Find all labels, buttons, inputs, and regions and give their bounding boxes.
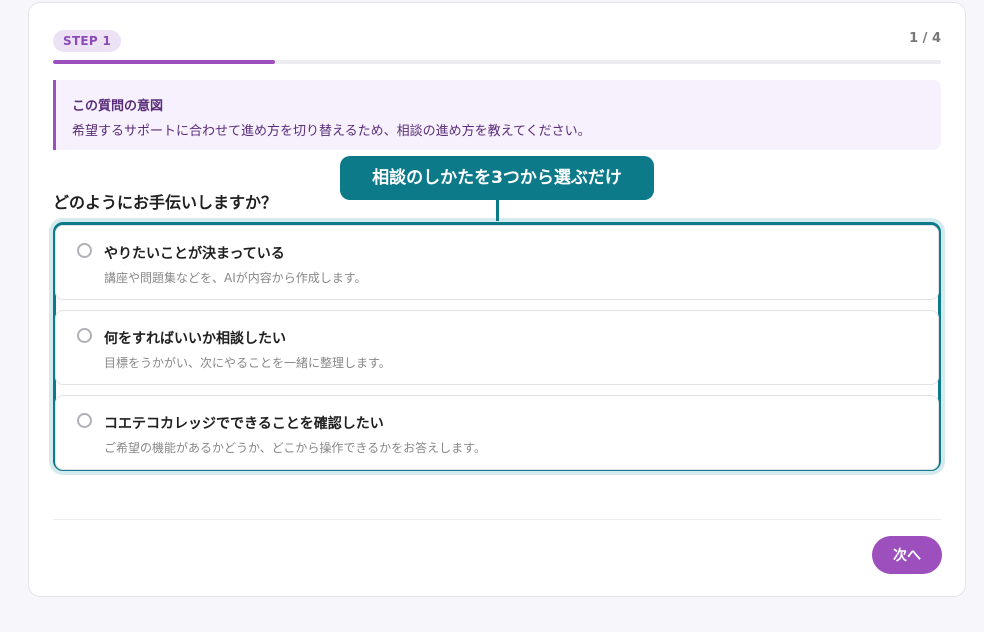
radio-button[interactable] — [77, 328, 92, 343]
callout-tooltip: 相談のしかたを3つから選ぶだけ — [340, 156, 654, 200]
option-description: ご希望の機能があるかどうか、どこから操作できるかをお答えします。 — [104, 441, 486, 455]
option-decided[interactable]: やりたいことが決まっている 講座や問題集などを、AIが内容から作成します。 — [55, 225, 939, 300]
option-check-features[interactable]: コエテコカレッジでできることを確認したい ご希望の機能があるかどうか、どこから操… — [55, 395, 939, 470]
option-description: 目標をうかがい、次にやることを一緒に整理します。 — [104, 356, 391, 370]
purpose-text: 希望するサポートに合わせて進め方を切り替えるため、相談の進め方を教えてください。 — [72, 124, 591, 139]
option-title: やりたいことが決まっている — [104, 246, 285, 262]
option-description: 講座や問題集などを、AIが内容から作成します。 — [104, 271, 367, 285]
radio-button[interactable] — [77, 243, 92, 258]
footer-divider — [53, 519, 941, 520]
option-consult[interactable]: 何をすればいいか相談したい 目標をうかがい、次にやることを一緒に整理します。 — [55, 310, 939, 385]
option-title: 何をすればいいか相談したい — [104, 331, 286, 347]
purpose-title: この質問の意図 — [72, 99, 164, 114]
callout-pointer — [496, 200, 499, 221]
progress-bar — [53, 60, 941, 64]
progress-fill — [53, 60, 275, 64]
question-title: どのようにお手伝いしますか？ — [53, 193, 278, 212]
option-title: コエテコカレッジでできることを確認したい — [104, 416, 384, 432]
step-badge: STEP 1 — [53, 30, 122, 52]
question-purpose-box: この質問の意図 希望するサポートに合わせて進め方を切り替えるため、相談の進め方を… — [53, 80, 941, 150]
step-counter: 1 / 4 — [909, 31, 941, 46]
radio-button[interactable] — [77, 413, 92, 428]
question-card: STEP 1 1 / 4 この質問の意図 希望するサポートに合わせて進め方を切り… — [28, 2, 966, 597]
next-button[interactable]: 次へ — [872, 536, 942, 574]
